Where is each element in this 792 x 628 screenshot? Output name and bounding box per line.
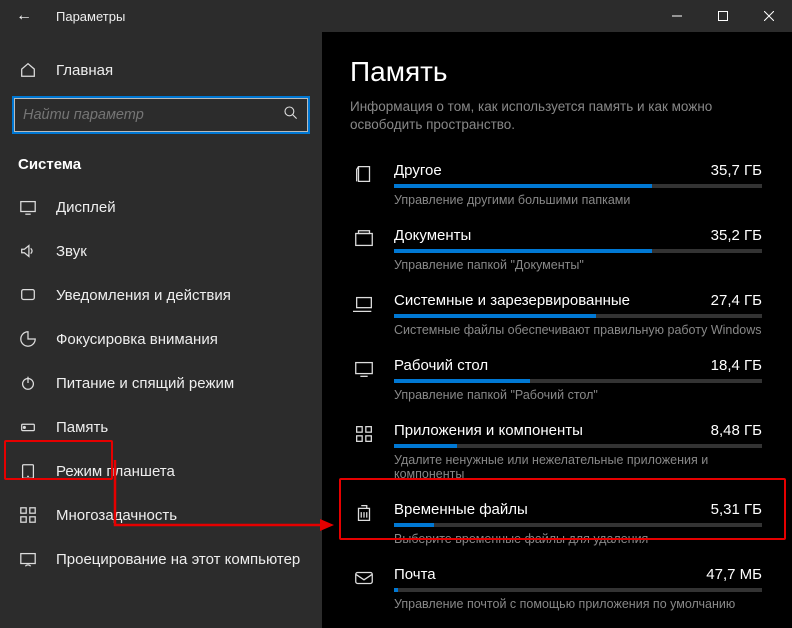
search-input[interactable] <box>14 98 308 132</box>
focus-icon <box>18 329 38 349</box>
storage-item-name: Системные и зарезервированные <box>394 292 630 309</box>
storage-item[interactable]: Временные файлы 5,31 ГБ Выберите временные… <box>350 491 764 556</box>
sidebar-item-label: Проецирование на этот компьютер <box>56 551 300 568</box>
sidebar-item-label: Звук <box>56 243 87 260</box>
storage-item-size: 35,2 ГБ <box>711 227 762 244</box>
storage-item-size: 35,7 ГБ <box>711 162 762 179</box>
storage-item[interactable]: Документы 35,2 ГБ Управление папкой "Докум… <box>350 217 764 282</box>
storage-item-size: 47,7 МБ <box>706 566 762 583</box>
storage-item-desc: Системные файлы обеспечивают правильную … <box>394 323 762 337</box>
storage-item[interactable]: Приложения и компоненты 8,48 ГБ Удалите не… <box>350 412 764 491</box>
storage-item[interactable]: Почта 47,7 МБ Управление почтой с помощью … <box>350 556 764 621</box>
sidebar-item-label: Память <box>56 419 108 436</box>
apps-icon <box>352 422 376 446</box>
storage-item-name: Другое <box>394 162 442 179</box>
storage-item[interactable]: Системные и зарезервированные 27,4 ГБ Сист… <box>350 282 764 347</box>
storage-item-name: Документы <box>394 227 471 244</box>
storage-bar <box>394 379 762 383</box>
multitask-icon <box>18 505 38 525</box>
trash-icon <box>352 501 376 525</box>
page-title: Память <box>350 56 764 88</box>
maximize-button[interactable] <box>700 0 746 32</box>
titlebar: ← Параметры <box>0 0 792 32</box>
sidebar-section-label: Система <box>0 146 322 185</box>
sidebar-item-label: Фокусировка внимания <box>56 331 218 348</box>
storage-bar <box>394 523 762 527</box>
storage-item-desc: Управление папкой "Документы" <box>394 258 762 272</box>
storage-bar <box>394 184 762 188</box>
storage-icon <box>18 417 38 437</box>
sidebar-item-tablet[interactable]: Режим планшета <box>0 449 322 493</box>
display-icon <box>18 197 38 217</box>
search-icon <box>283 105 299 126</box>
sidebar-item-projecting[interactable]: Проецирование на этот компьютер <box>0 537 322 581</box>
search-input-field[interactable] <box>23 107 283 123</box>
storage-item-name: Почта <box>394 566 436 583</box>
storage-bar <box>394 588 762 592</box>
sidebar-item-notifications[interactable]: Уведомления и действия <box>0 273 322 317</box>
window-title: Параметры <box>48 9 125 24</box>
sound-icon <box>18 241 38 261</box>
home-icon <box>18 60 38 80</box>
storage-bar <box>394 444 762 448</box>
storage-item-name: Приложения и компоненты <box>394 422 583 439</box>
system-icon <box>352 292 376 316</box>
desktop-icon <box>352 357 376 381</box>
sidebar-item-label: Многозадачность <box>56 507 177 524</box>
sidebar-item-storage[interactable]: Память <box>0 405 322 449</box>
sidebar-item-display[interactable]: Дисплей <box>0 185 322 229</box>
sidebar-home[interactable]: Главная <box>0 48 322 92</box>
sidebar-home-label: Главная <box>56 62 113 79</box>
sidebar-item-power[interactable]: Питание и спящий режим <box>0 361 322 405</box>
storage-item-desc: Выберите временные файлы для удаления <box>394 532 762 546</box>
sidebar-item-focus[interactable]: Фокусировка внимания <box>0 317 322 361</box>
storage-item-size: 27,4 ГБ <box>711 292 762 309</box>
sidebar-item-multitask[interactable]: Многозадачность <box>0 493 322 537</box>
storage-item-name: Рабочий стол <box>394 357 488 374</box>
mail-icon <box>352 566 376 590</box>
storage-item-desc: Удалите ненужные или нежелательные прило… <box>394 453 762 481</box>
sidebar-item-sound[interactable]: Звук <box>0 229 322 273</box>
storage-item-name: Временные файлы <box>394 501 528 518</box>
notifications-icon <box>18 285 38 305</box>
tablet-icon <box>18 461 38 481</box>
storage-item-desc: Управление папкой "Рабочий стол" <box>394 388 762 402</box>
power-icon <box>18 373 38 393</box>
storage-item-size: 5,31 ГБ <box>711 501 762 518</box>
sidebar-item-label: Питание и спящий режим <box>56 375 234 392</box>
projecting-icon <box>18 549 38 569</box>
documents-icon <box>352 227 376 251</box>
sidebar-item-label: Уведомления и действия <box>56 287 231 304</box>
page-subtitle: Информация о том, как используется памят… <box>350 98 764 134</box>
other-icon <box>352 162 376 186</box>
sidebar: Главная Система Дисплей Звук Уведомления… <box>0 32 322 628</box>
close-button[interactable] <box>746 0 792 32</box>
sidebar-item-label: Режим планшета <box>56 463 175 480</box>
storage-item-desc: Управление почтой с помощью приложения п… <box>394 597 762 611</box>
content-panel: Память Информация о том, как используетс… <box>322 32 792 628</box>
storage-item[interactable]: Рабочий стол 18,4 ГБ Управление папкой "Ра… <box>350 347 764 412</box>
storage-item-size: 8,48 ГБ <box>711 422 762 439</box>
storage-item[interactable]: Другое 35,7 ГБ Управление другими большими… <box>350 152 764 217</box>
sidebar-item-label: Дисплей <box>56 199 116 216</box>
storage-item-desc: Управление другими большими папками <box>394 193 762 207</box>
storage-bar <box>394 249 762 253</box>
minimize-button[interactable] <box>654 0 700 32</box>
storage-bar <box>394 314 762 318</box>
back-button[interactable]: ← <box>0 7 48 25</box>
storage-item-size: 18,4 ГБ <box>711 357 762 374</box>
